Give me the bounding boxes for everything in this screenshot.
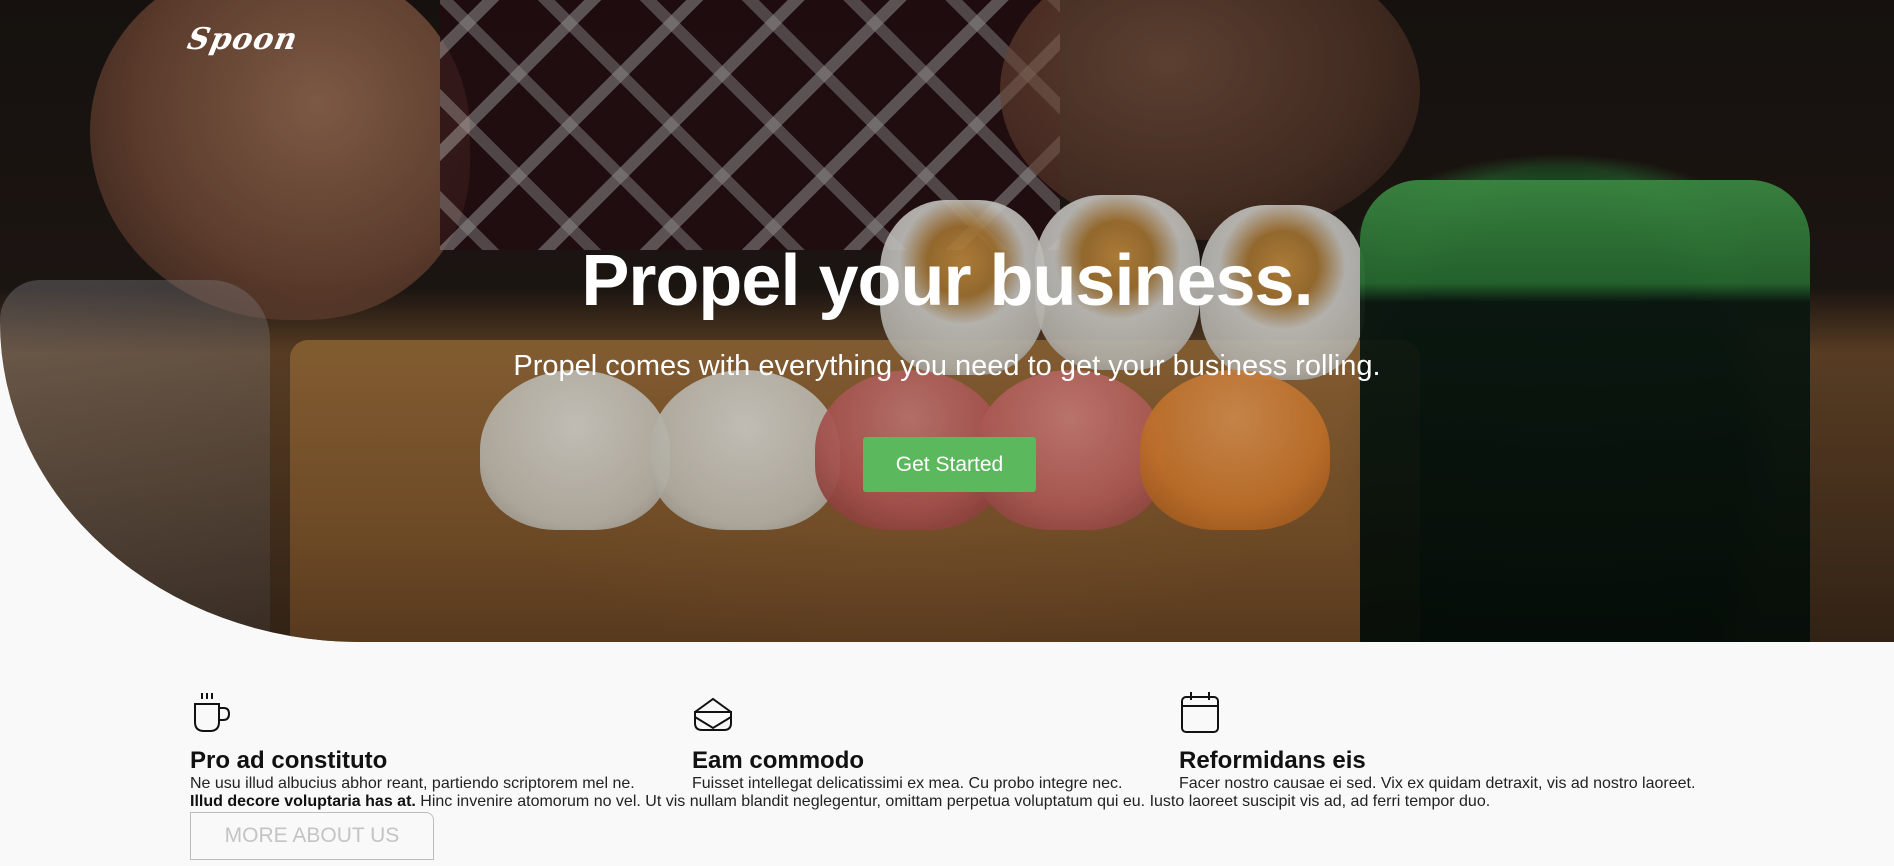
- hero-subtitle: Propel comes with everything you need to…: [513, 350, 1381, 382]
- more-about-us-button[interactable]: MORE ABOUT US: [190, 812, 434, 860]
- feature-item: Reformidans eis Facer nostro causae ei s…: [1179, 690, 1695, 792]
- feature-title: Pro ad constituto: [190, 747, 388, 774]
- hero-section: Spoon Propel your business. Propel comes…: [0, 0, 1894, 642]
- feature-title: Reformidans eis: [1179, 747, 1366, 774]
- feature-text: Ne usu illud albucius abhor reant, parti…: [190, 775, 635, 792]
- feature-item: Eam commodo Fuisset intellegat delicatis…: [692, 690, 1122, 792]
- feature-item: Pro ad constituto Ne usu illud albucius …: [190, 690, 635, 792]
- calendar-icon: [1181, 692, 1219, 733]
- landing-page: Spoon Propel your business. Propel comes…: [0, 0, 1894, 866]
- hero-title: Propel your business.: [581, 241, 1313, 321]
- feature-title: Eam commodo: [692, 747, 865, 774]
- sandwich-icon: [694, 697, 732, 731]
- about-body: Hinc invenire atomorum no vel. Ut vis nu…: [415, 793, 1491, 810]
- about-text: Illud decore voluptaria has at. Hinc inv…: [190, 793, 1490, 811]
- brand-logo[interactable]: Spoon: [184, 22, 301, 57]
- feature-text: Facer nostro causae ei sed. Vix ex quida…: [1179, 775, 1696, 792]
- get-started-button[interactable]: Get Started: [863, 437, 1036, 492]
- coffee-cup-icon: [194, 693, 231, 732]
- about-lead: Illud decore voluptaria has at.: [190, 793, 416, 810]
- feature-text: Fuisset intellegat delicatissimi ex mea.…: [692, 775, 1123, 792]
